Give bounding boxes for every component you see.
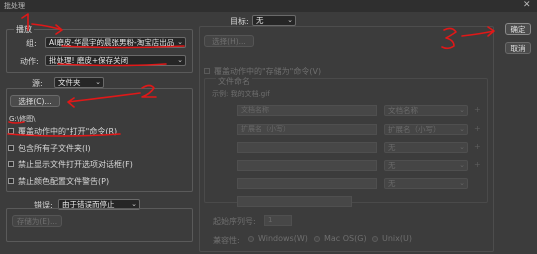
naming-field-2-left[interactable]: 扩展名（小写） [237,124,377,135]
chevron-down-icon: ⌄ [459,125,465,133]
naming-field-2-left-value: 扩展名（小写） [241,125,290,133]
naming-field-1-left-value: 文档名称 [241,106,269,114]
source-choose-button[interactable]: 选择(C)... [10,95,60,107]
naming-field-2-right[interactable]: 扩展名（小写） ⌄ [384,124,468,135]
suppress-open-dialog-checkbox[interactable] [8,161,14,167]
chevron-down-icon: ⌄ [177,56,183,64]
window-title: 批处理 [4,2,25,10]
set-select-value: AI磨皮-华晨宇的晨张男粉-淘宝店出品 [49,38,175,47]
naming-field-1-left[interactable]: 文档名称 [237,105,377,116]
start-serial-value: 1 [268,216,273,224]
set-label: 组: [26,39,37,48]
naming-field-1-right-value: 文档名称 [388,106,418,115]
naming-field-5-left[interactable] [237,178,377,189]
action-select[interactable]: 批处理! 磨皮+保存关闭 ⌄ [45,55,186,66]
suppress-open-dialog-label: 禁止显示文件打开选项对话框(F) [18,160,133,169]
chevron-down-icon: ⌄ [459,143,465,151]
naming-field-5-right[interactable]: 无 ⌄ [384,178,468,189]
naming-example: 示例: 我的文档.gif [212,90,270,98]
naming-field-3-right-value: 无 [388,143,396,152]
include-subfolders-label: 包含所有子文件夹(I) [18,144,91,153]
source-select[interactable]: 文件夹 ⌄ [54,77,104,88]
plus-icon: + [474,105,481,114]
chevron-down-icon: ⌄ [459,161,465,169]
compat-label: 兼容性: [213,236,240,245]
destination-choose-button[interactable]: 选择(H)... [204,35,254,47]
compat-unix-checkbox[interactable] [372,236,378,242]
naming-field-5-right-value: 无 [388,179,396,188]
batch-dialog: 批处理 ✕ 播放 组: AI磨皮-华晨宇的晨张男粉-淘宝店出品 ⌄ 动作: 批处… [0,0,537,254]
play-group-legend: 播放 [14,24,34,35]
compat-unix-label: Unix(U) [382,234,412,243]
chevron-down-icon: ⌄ [95,78,101,86]
errors-save-as-button[interactable]: 存储为(E)... [12,215,62,227]
compat-mac-label: Mac OS(G) [324,234,367,243]
source-path: G:\修图\ [9,115,36,123]
naming-field-6[interactable] [237,196,352,207]
compat-windows-label: Windows(W) [258,234,308,243]
chevron-down-icon: ⌄ [177,38,183,46]
naming-field-4-right-value: 无 [388,161,396,170]
suppress-color-warning-label: 禁止颜色配置文件警告(P) [18,177,110,186]
include-subfolders-checkbox[interactable] [8,145,14,151]
override-open-label: 覆盖动作中的"打开"命令(R) [18,127,118,136]
plus-icon: + [474,142,481,151]
source-select-value: 文件夹 [58,78,81,87]
start-serial-input[interactable]: 1 [264,215,292,226]
override-save-checkbox[interactable] [204,68,210,74]
naming-field-3-right[interactable]: 无 ⌄ [384,142,468,153]
chevron-down-icon: ⌄ [459,106,465,114]
override-open-checkbox[interactable] [8,128,14,134]
close-icon[interactable]: ✕ [523,0,531,10]
chevron-down-icon: ⌄ [287,16,293,24]
destination-select-value: 无 [256,16,264,25]
compat-mac-checkbox[interactable] [314,236,320,242]
ok-button[interactable]: 确定 [505,23,531,35]
destination-select[interactable]: 无 ⌄ [252,15,296,26]
title-bar [0,0,537,12]
action-label: 动作: [20,57,39,66]
naming-field-4-left[interactable] [237,160,377,171]
naming-field-3-left[interactable] [237,142,377,153]
start-serial-label: 起始序列号: [213,217,256,226]
suppress-color-warning-checkbox[interactable] [8,178,14,184]
plus-icon: + [474,124,481,133]
set-select[interactable]: AI磨皮-华晨宇的晨张男粉-淘宝店出品 ⌄ [45,37,186,48]
cancel-button[interactable]: 取消 [505,42,531,54]
file-naming-title: 文件命名 [216,76,252,87]
action-select-value: 批处理! 磨皮+保存关闭 [49,56,129,65]
chevron-down-icon: ⌄ [459,179,465,187]
compat-windows-checkbox[interactable] [248,236,254,242]
naming-field-1-right[interactable]: 文档名称 ⌄ [384,105,468,116]
naming-field-2-right-value: 扩展名（小写） [388,125,441,134]
naming-field-4-right[interactable]: 无 ⌄ [384,160,468,171]
plus-icon: + [474,160,481,169]
